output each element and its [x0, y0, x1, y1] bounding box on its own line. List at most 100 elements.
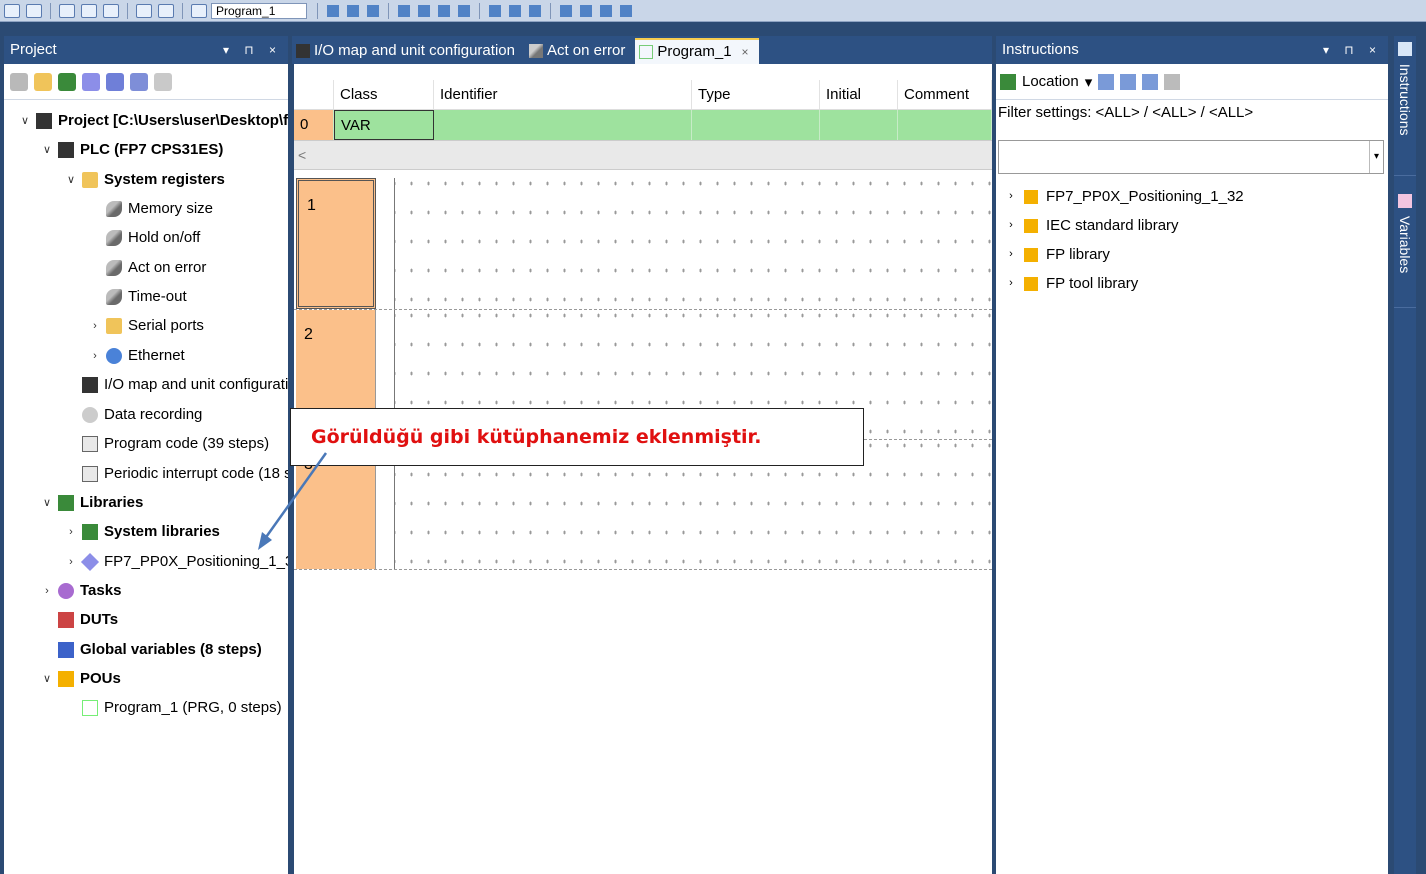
- collapse-chevron-icon[interactable]: ∨: [40, 666, 54, 692]
- expand-chevron-icon[interactable]: ›: [1004, 240, 1018, 269]
- tree-item-duts[interactable]: DUTs: [40, 607, 118, 633]
- open-file-icon[interactable]: [26, 3, 42, 18]
- library-remove-icon[interactable]: [154, 72, 172, 91]
- online-icon[interactable]: [367, 4, 379, 17]
- instruction-library-item[interactable]: › IEC standard library: [996, 211, 1388, 240]
- scroll-left-icon[interactable]: <: [298, 147, 306, 163]
- undo-icon[interactable]: [81, 3, 97, 18]
- column-header-class[interactable]: Class: [334, 80, 434, 109]
- side-tab-instructions[interactable]: Instructions: [1394, 36, 1416, 176]
- column-header-type[interactable]: Type: [692, 80, 820, 109]
- comment-icon[interactable]: [620, 4, 632, 17]
- branch-icon[interactable]: [529, 4, 541, 17]
- collapse-chevron-icon[interactable]: ∨: [40, 137, 54, 163]
- tree-item-time-out[interactable]: Time-out: [88, 284, 187, 310]
- expand-chevron-icon[interactable]: ›: [1004, 269, 1018, 298]
- add-folder-icon[interactable]: [34, 72, 52, 91]
- tree-item-pous[interactable]: ∨ POUs: [40, 666, 121, 692]
- comment-cell[interactable]: [898, 110, 992, 140]
- tree-item-system-libraries[interactable]: › System libraries: [64, 519, 220, 545]
- tree-item-data-recording[interactable]: Data recording: [64, 402, 202, 428]
- class-cell[interactable]: VAR: [334, 110, 434, 140]
- expand-chevron-icon[interactable]: ›: [40, 578, 54, 604]
- column-header-initial[interactable]: Initial: [820, 80, 898, 109]
- build-icon[interactable]: [347, 4, 359, 17]
- dropdown-arrow-icon[interactable]: ▾: [1085, 73, 1093, 91]
- add-library-icon[interactable]: [58, 72, 76, 91]
- tree-item-project[interactable]: ∨ Project [C:\Users\user\Desktop\fp7_jog: [18, 108, 288, 134]
- type-cell[interactable]: [692, 110, 820, 140]
- tree-item-program-code[interactable]: Program code (39 steps): [64, 431, 269, 457]
- label-icon[interactable]: [580, 4, 592, 17]
- network-number[interactable]: 1: [296, 178, 376, 309]
- instruction-search-input[interactable]: ▾: [998, 140, 1384, 174]
- location-dropdown[interactable]: Location: [1022, 73, 1079, 90]
- instruction-library-item[interactable]: › FP7_PP0X_Positioning_1_32: [996, 182, 1388, 211]
- add-object-icon[interactable]: [10, 72, 28, 91]
- tab-io-map[interactable]: I/O map and unit configuration: [292, 38, 525, 64]
- tree-item-act-on-error[interactable]: Act on error: [88, 255, 206, 281]
- clear-filter-icon[interactable]: [1164, 73, 1181, 90]
- save-icon[interactable]: [59, 3, 75, 18]
- horizontal-scrollbar[interactable]: <: [294, 140, 992, 170]
- table-row[interactable]: 0 VAR: [294, 110, 992, 140]
- line-icon[interactable]: [509, 4, 521, 17]
- box-icon[interactable]: [489, 4, 501, 17]
- coil-icon[interactable]: [458, 4, 470, 17]
- tree-item-memory-size[interactable]: Memory size: [88, 196, 213, 222]
- expand-chevron-icon[interactable]: ›: [1004, 211, 1018, 240]
- pou-selector-combo[interactable]: Program_1: [211, 2, 307, 19]
- close-icon[interactable]: ×: [742, 39, 749, 65]
- identifier-cell[interactable]: [434, 110, 692, 140]
- collapse-chevron-icon[interactable]: ∨: [18, 108, 32, 134]
- cut-icon[interactable]: [136, 3, 152, 18]
- tree-item-io-map[interactable]: I/O map and unit configuration: [64, 372, 288, 398]
- ladder-network[interactable]: 1: [294, 178, 992, 310]
- monitor-icon[interactable]: [398, 4, 410, 17]
- column-header-identifier[interactable]: Identifier: [434, 80, 692, 109]
- chevron-down-icon[interactable]: ▾: [1369, 141, 1383, 173]
- network-insert-icon[interactable]: [418, 4, 430, 17]
- new-file-icon[interactable]: [4, 3, 20, 18]
- expand-chevron-icon[interactable]: ›: [88, 343, 102, 369]
- tree-item-hold-on-off[interactable]: Hold on/off: [88, 225, 200, 251]
- filter-category-icon[interactable]: [1142, 73, 1159, 90]
- tree-item-positioning-library[interactable]: › FP7_PP0X_Positioning_1_32 [Inst: [64, 549, 288, 575]
- initial-cell[interactable]: [820, 110, 898, 140]
- panel-window-controls[interactable]: ▾ ⊓ ×: [1323, 36, 1382, 64]
- tree-item-periodic-interrupt[interactable]: Periodic interrupt code (18 steps: [64, 461, 288, 487]
- expand-chevron-icon[interactable]: ›: [1004, 182, 1018, 211]
- copy-icon[interactable]: [158, 3, 174, 18]
- jump-icon[interactable]: [560, 4, 572, 17]
- column-header-comment[interactable]: Comment: [898, 80, 992, 109]
- tab-program-1[interactable]: Program_1 ×: [635, 38, 759, 65]
- tree-item-ethernet[interactable]: › Ethernet: [88, 343, 185, 369]
- redo-icon[interactable]: [103, 3, 119, 18]
- network-grid[interactable]: [394, 178, 992, 309]
- tree-item-program-1[interactable]: Program_1 (PRG, 0 steps): [64, 695, 282, 721]
- library-update-icon[interactable]: [130, 72, 148, 91]
- filter-type-icon[interactable]: [1120, 73, 1137, 90]
- tree-item-plc[interactable]: ∨ PLC (FP7 CPS31ES): [40, 137, 223, 163]
- expand-chevron-icon[interactable]: ›: [88, 313, 102, 339]
- library-info-icon[interactable]: [106, 72, 124, 91]
- tree-item-tasks[interactable]: › Tasks: [40, 578, 121, 604]
- tree-item-global-variables[interactable]: Global variables (8 steps): [40, 637, 262, 663]
- contact-icon[interactable]: [438, 4, 450, 17]
- expand-chevron-icon[interactable]: ›: [64, 519, 78, 545]
- filter-icon[interactable]: [1098, 73, 1115, 90]
- tab-act-on-error[interactable]: Act on error: [525, 38, 635, 64]
- return-icon[interactable]: [600, 4, 612, 17]
- paste-icon[interactable]: [191, 3, 207, 18]
- collapse-chevron-icon[interactable]: ∨: [64, 167, 78, 193]
- collapse-chevron-icon[interactable]: ∨: [40, 490, 54, 516]
- tree-item-system-registers[interactable]: ∨ System registers: [64, 167, 225, 193]
- tree-item-libraries[interactable]: ∨ Libraries: [40, 490, 143, 516]
- side-tab-variables[interactable]: Variables: [1394, 188, 1416, 308]
- tree-item-serial-ports[interactable]: › Serial ports: [88, 313, 204, 339]
- compile-icon[interactable]: [327, 4, 339, 17]
- instruction-library-item[interactable]: › FP library: [996, 240, 1388, 269]
- panel-window-controls[interactable]: ▾ ⊓ ×: [223, 36, 282, 64]
- install-library-icon[interactable]: [82, 72, 100, 91]
- instruction-library-item[interactable]: › FP tool library: [996, 269, 1388, 298]
